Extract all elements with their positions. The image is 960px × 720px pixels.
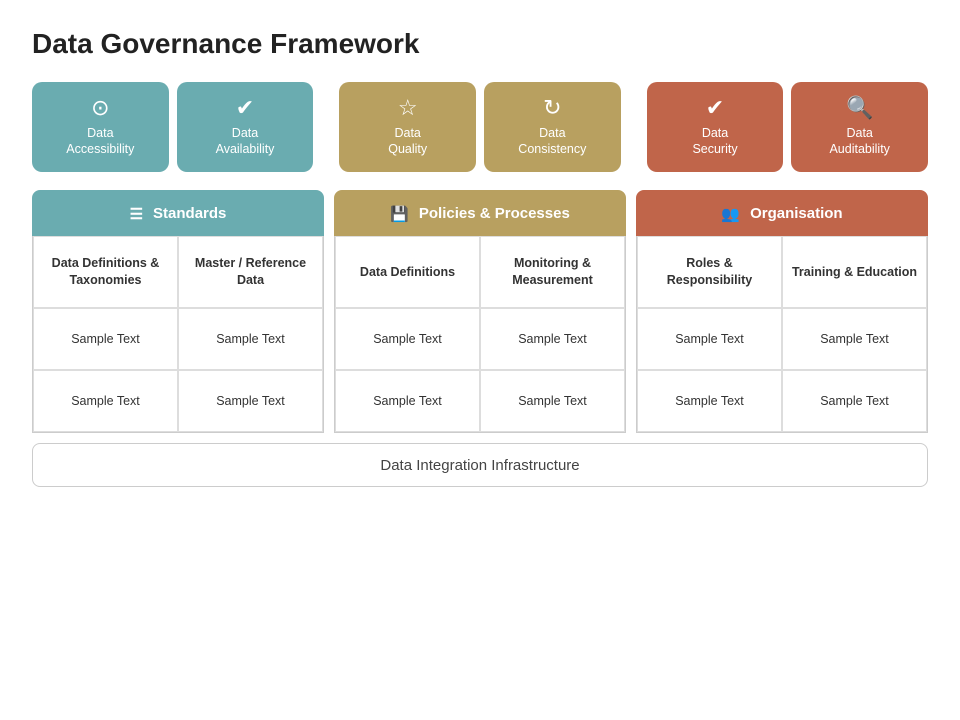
- security-icon: ✔: [706, 97, 724, 119]
- standards-block: ☰ Standards Data Definitions & Taxonomie…: [32, 190, 324, 433]
- standards-icon: ☰: [130, 205, 143, 223]
- tile-data-consistency: ↻ Data Consistency: [484, 82, 621, 172]
- policies-col1-header: Data Definitions: [335, 236, 480, 308]
- icon-tiles-row: ⊙ Data Accessibility ✔ Data Availability…: [32, 82, 928, 172]
- policies-col1-row1: Sample Text: [335, 308, 480, 370]
- policies-col2-row1: Sample Text: [480, 308, 625, 370]
- organisation-col1-header: Roles & Responsibility: [637, 236, 782, 308]
- organisation-col2-row2: Sample Text: [782, 370, 927, 432]
- page-title: Data Governance Framework: [32, 28, 928, 60]
- organisation-header: 👥 Organisation: [636, 190, 928, 236]
- policies-block: 💾 Policies & Processes Data Definitions …: [334, 190, 626, 433]
- policies-col1-row2: Sample Text: [335, 370, 480, 432]
- standards-col2-header: Master / Reference Data: [178, 236, 323, 308]
- policies-col2-header: Monitoring & Measurement: [480, 236, 625, 308]
- standards-col1-row2: Sample Text: [33, 370, 178, 432]
- standards-col1-row1: Sample Text: [33, 308, 178, 370]
- standards-col1-header: Data Definitions & Taxonomies: [33, 236, 178, 308]
- consistency-icon: ↻: [543, 97, 561, 119]
- policies-col2-row2: Sample Text: [480, 370, 625, 432]
- tile-data-auditability: 🔍 Data Auditability: [791, 82, 928, 172]
- tile-data-quality: ☆ Data Quality: [339, 82, 476, 172]
- standards-col2-row2: Sample Text: [178, 370, 323, 432]
- accessibility-icon: ⊙: [91, 97, 109, 119]
- organisation-cells: Roles & Responsibility Training & Educat…: [636, 236, 928, 433]
- policies-header: 💾 Policies & Processes: [334, 190, 626, 236]
- tile-data-security: ✔ Data Security: [647, 82, 784, 172]
- main-body: ☰ Standards Data Definitions & Taxonomie…: [32, 190, 928, 433]
- standards-col2-row1: Sample Text: [178, 308, 323, 370]
- availability-icon: ✔: [236, 97, 254, 119]
- organisation-icon: 👥: [721, 205, 740, 223]
- standards-header: ☰ Standards: [32, 190, 324, 236]
- page: Data Governance Framework ⊙ Data Accessi…: [0, 0, 960, 720]
- tile-data-availability: ✔ Data Availability: [177, 82, 314, 172]
- organisation-block: 👥 Organisation Roles & Responsibility Tr…: [636, 190, 928, 433]
- organisation-col1-row1: Sample Text: [637, 308, 782, 370]
- auditability-icon: 🔍: [846, 97, 873, 119]
- policies-icon: 💾: [390, 205, 409, 223]
- tile-data-accessibility: ⊙ Data Accessibility: [32, 82, 169, 172]
- organisation-col2-header: Training & Education: [782, 236, 927, 308]
- organisation-col1-row2: Sample Text: [637, 370, 782, 432]
- bottom-bar: Data Integration Infrastructure: [32, 443, 928, 487]
- policies-cells: Data Definitions Monitoring & Measuremen…: [334, 236, 626, 433]
- organisation-col2-row1: Sample Text: [782, 308, 927, 370]
- quality-icon: ☆: [398, 97, 418, 119]
- standards-cells: Data Definitions & Taxonomies Master / R…: [32, 236, 324, 433]
